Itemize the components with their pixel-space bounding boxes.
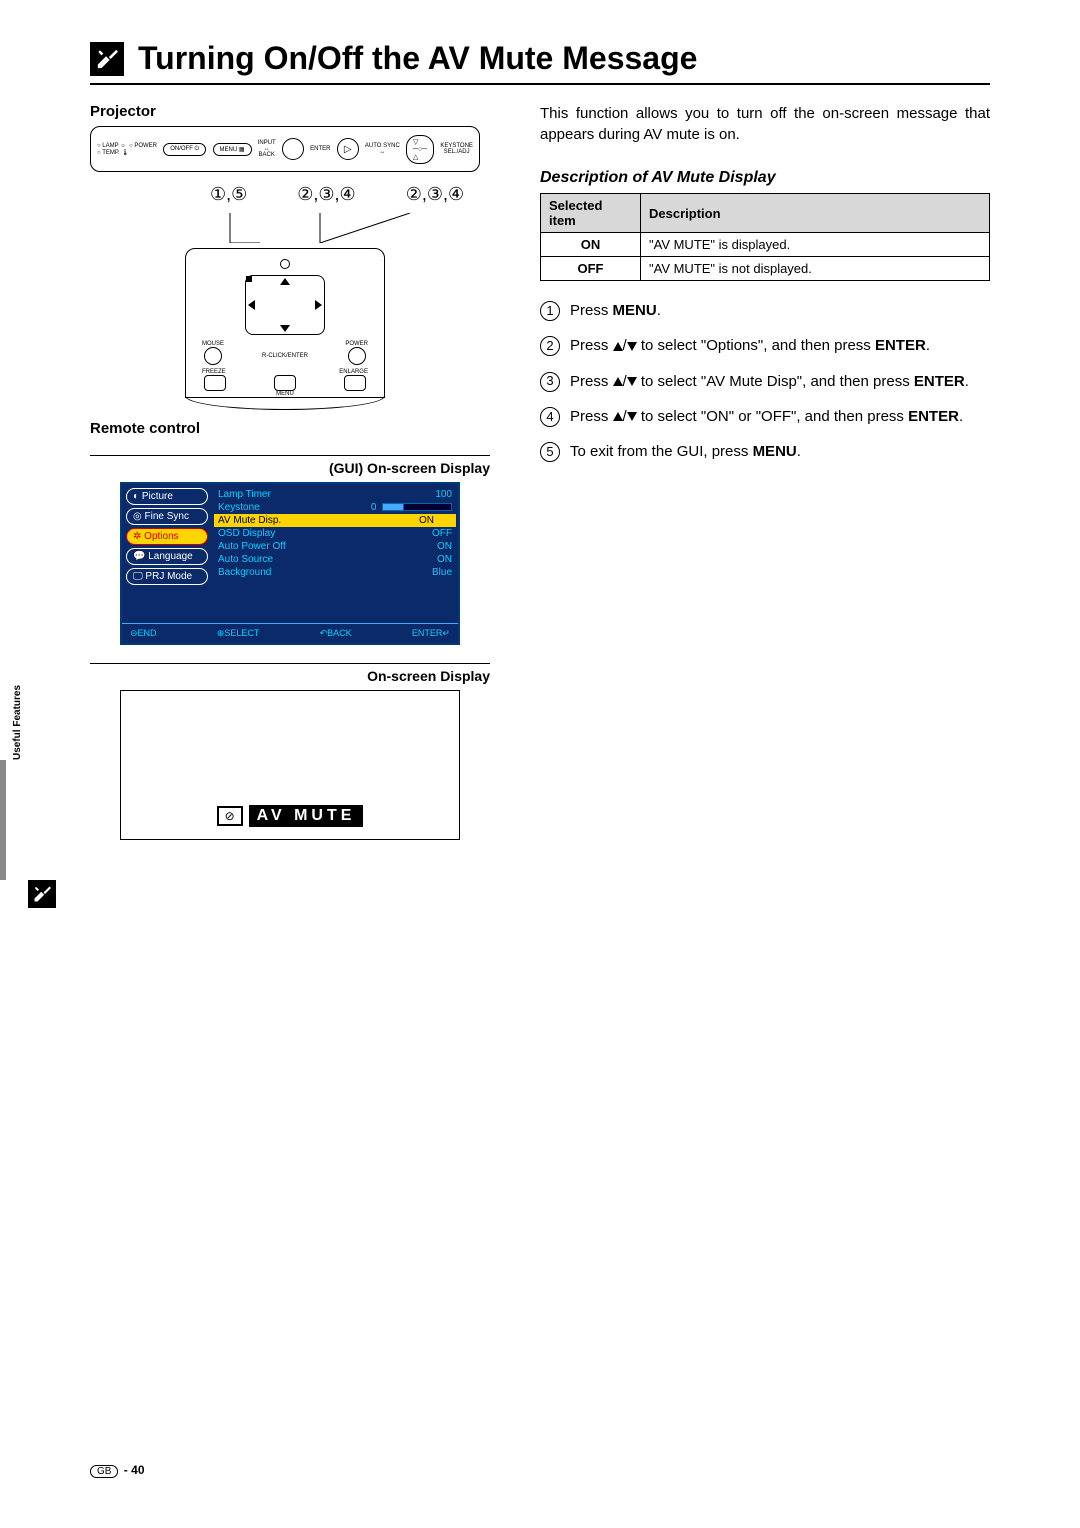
projector-label: Projector xyxy=(90,103,490,120)
table-row: OFF "AV MUTE" is not displayed. xyxy=(541,257,990,281)
down-arrow-icon xyxy=(627,342,637,351)
step-3: 3 Press / to select "AV Mute Disp", and … xyxy=(540,370,990,393)
callout-lines xyxy=(90,213,480,243)
tab-options[interactable]: ✲ Options xyxy=(126,528,208,545)
opt-auto-power-off[interactable]: Auto Power OffON xyxy=(218,540,452,553)
opt-keystone[interactable]: Keystone0 xyxy=(218,501,452,514)
gui-select[interactable]: ⊕SELECT xyxy=(217,628,260,639)
projector-diagram: ○ LAMP ☼ ○ POWER○ TEMP. 🌡 ON/OFF ⏻ MENU … xyxy=(90,126,480,410)
input-button[interactable] xyxy=(282,138,304,160)
opt-auto-source[interactable]: Auto SourceON xyxy=(218,553,452,566)
osd-preview: ⊘ AV MUTE xyxy=(120,690,460,840)
onoff-button[interactable]: ON/OFF ⏻ xyxy=(163,143,206,156)
tab-language[interactable]: 💬 Language xyxy=(126,548,208,565)
up-arrow-icon xyxy=(613,412,623,421)
tools-icon xyxy=(90,42,124,76)
title-row: Turning On/Off the AV Mute Message xyxy=(90,40,990,85)
table-row: ON "AV MUTE" is displayed. xyxy=(541,233,990,257)
desc-heading: Description of AV Mute Display xyxy=(540,169,990,187)
keystone-button[interactable]: ▽─○─△ xyxy=(406,135,434,164)
callout-234b: ②,③,④ xyxy=(406,184,464,205)
remote-menu-button[interactable] xyxy=(274,375,296,391)
gui-osd-panel: ◐ Picture ◎ Fine Sync ✲ Options 💬 Langua… xyxy=(120,482,460,645)
side-tab-label: Useful Features xyxy=(12,685,23,760)
down-arrow-icon xyxy=(627,377,637,386)
th-description: Description xyxy=(641,194,990,233)
callout-1-5: ①,⑤ xyxy=(210,184,247,205)
step-4: 4 Press / to select "ON" or "OFF", and t… xyxy=(540,405,990,428)
mouse-button[interactable] xyxy=(204,347,222,365)
side-tools-icon xyxy=(28,880,56,908)
remote-dpad[interactable] xyxy=(245,275,325,335)
page-footer: GB - 40 xyxy=(90,1463,145,1478)
step-2: 2 Press / to select "Options", and then … xyxy=(540,334,990,357)
step-5: 5 To exit from the GUI, press MENU. xyxy=(540,440,990,463)
opt-background[interactable]: BackgroundBlue xyxy=(218,566,452,579)
instruction-steps: 1 Press MENU. 2 Press / to select "Optio… xyxy=(540,299,990,463)
th-selected-item: Selected item xyxy=(541,194,641,233)
power-button[interactable] xyxy=(348,347,366,365)
osd-heading: On-screen Display xyxy=(90,663,490,684)
av-mute-text: AV MUTE xyxy=(249,805,364,827)
opt-lamp-timer: Lamp Timer100 xyxy=(218,488,452,501)
opt-osd-display[interactable]: OSD DisplayOFF xyxy=(218,527,452,540)
tab-picture[interactable]: ◐ Picture xyxy=(126,488,208,505)
remote-control-diagram: MOUSE POWER R-CLICK/ENTER FREEZE ENLARGE xyxy=(185,248,385,398)
up-arrow-icon xyxy=(613,377,623,386)
remote-control-label: Remote control xyxy=(90,420,490,437)
enlarge-button[interactable] xyxy=(344,375,366,391)
gui-osd-heading: (GUI) On-screen Display xyxy=(90,455,490,476)
side-tab-bar xyxy=(0,760,6,880)
down-arrow-icon xyxy=(627,412,637,421)
tab-finesync[interactable]: ◎ Fine Sync xyxy=(126,508,208,525)
step-1: 1 Press MENU. xyxy=(540,299,990,322)
opt-av-mute-disp[interactable]: AV Mute Disp.ON xyxy=(214,514,456,527)
callout-234a: ②,③,④ xyxy=(297,184,355,205)
gui-enter[interactable]: ENTER↵ xyxy=(412,628,450,639)
up-arrow-icon xyxy=(613,342,623,351)
description-table: Selected item Description ON "AV MUTE" i… xyxy=(540,193,990,281)
region-badge: GB xyxy=(90,1465,118,1478)
freeze-button[interactable] xyxy=(204,375,226,391)
page-title: Turning On/Off the AV Mute Message xyxy=(138,40,697,77)
av-mute-icon: ⊘ xyxy=(217,806,243,826)
intro-text: This function allows you to turn off the… xyxy=(540,103,990,145)
autosync-button[interactable]: ▷ xyxy=(337,138,359,160)
menu-button[interactable]: MENU ▦ xyxy=(213,143,252,156)
gui-back[interactable]: ↶BACK xyxy=(320,628,352,639)
tab-prjmode[interactable]: 🖵 PRJ Mode xyxy=(126,568,208,585)
gui-end[interactable]: ⊖END xyxy=(130,628,157,639)
